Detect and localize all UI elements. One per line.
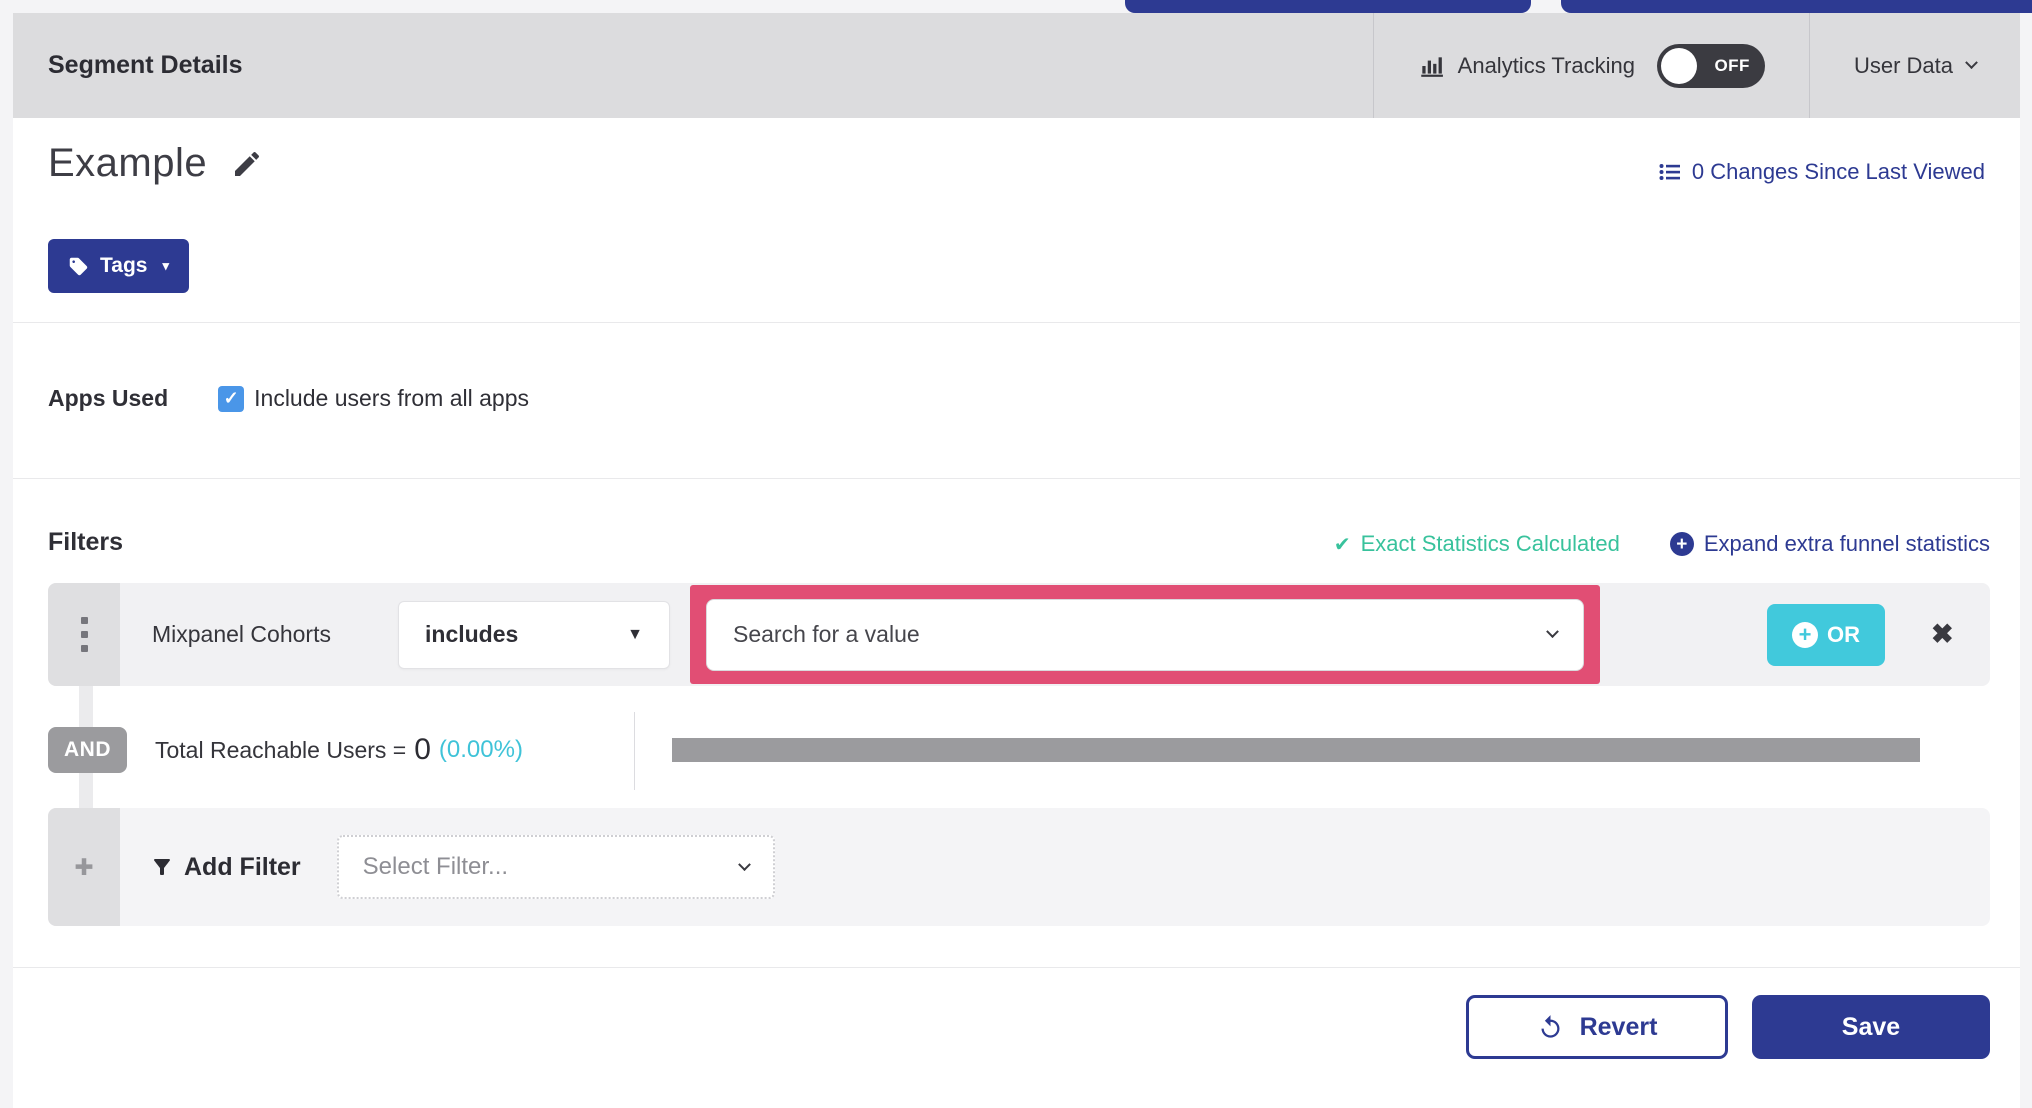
pencil-icon — [235, 151, 260, 176]
top-nav-button-fragment-left[interactable] — [1125, 0, 1531, 13]
chevron-down-icon — [737, 857, 751, 871]
total-reachable-value: 0 — [414, 733, 431, 766]
check-icon: ✔ — [1333, 533, 1351, 556]
remove-filter-button[interactable]: ✖ — [1931, 619, 1954, 650]
tags-dropdown-button[interactable]: Tags ▾ — [48, 239, 189, 293]
expand-link-label: Expand extra funnel statistics — [1703, 531, 1990, 556]
segment-name: Example — [48, 141, 208, 185]
filter-value-placeholder: Search for a value — [733, 621, 920, 647]
analytics-tracking-section: Analytics Tracking OFF — [1372, 13, 1809, 118]
exact-statistics-status: ✔ Exact Statistics Calculated — [1334, 531, 1620, 557]
include-all-apps-label: Include users from all apps — [254, 385, 529, 411]
close-icon: ✖ — [1931, 619, 1954, 649]
filter-value-highlight: Search for a value — [690, 585, 1600, 684]
funnel-icon — [154, 859, 170, 875]
total-reachable-label: Total Reachable Users = — [155, 736, 407, 763]
checkbox-check-icon: ✓ — [223, 388, 239, 408]
filter-operator-select[interactable]: includes ▼ — [398, 600, 670, 669]
changes-link-label: 0 Changes Since Last Viewed — [1691, 159, 1985, 184]
revert-icon — [1541, 1014, 1560, 1038]
plus-circle-icon: + — [1792, 621, 1818, 648]
top-nav-button-fragment-right[interactable] — [1561, 0, 2032, 13]
revert-button[interactable]: Revert — [1466, 995, 1728, 1059]
caret-down-icon: ▾ — [162, 258, 169, 273]
filter-field-label: Mixpanel Cohorts — [152, 621, 331, 647]
section-divider — [13, 478, 2020, 479]
drag-dot-icon — [80, 645, 88, 652]
section-divider — [13, 967, 2020, 968]
footer-actions: Revert Save — [1466, 995, 1990, 1059]
toggle-knob — [1660, 47, 1697, 84]
plus-icon: ✚ — [74, 853, 94, 880]
include-all-apps-checkbox[interactable]: ✓ — [218, 385, 245, 412]
add-or-condition-button[interactable]: + OR — [1767, 603, 1885, 666]
page-title: Segment Details — [48, 51, 243, 79]
add-filter-label-group: Add Filter — [150, 853, 301, 882]
filters-status-links: ✔ Exact Statistics Calculated + Expand e… — [1334, 531, 1990, 557]
filter-operator-value: includes — [425, 621, 519, 647]
total-reachable-percent: (0.00%) — [438, 736, 523, 763]
apps-used-label: Apps Used — [48, 385, 169, 411]
section-divider — [13, 322, 2020, 323]
revert-button-label: Revert — [1579, 1012, 1658, 1041]
header-actions: Analytics Tracking OFF User Data — [1372, 13, 2020, 118]
analytics-tracking-toggle[interactable]: OFF — [1656, 43, 1765, 88]
save-button-label: Save — [1841, 1012, 1901, 1041]
tag-icon — [69, 257, 88, 275]
add-filter-handle[interactable]: ✚ — [48, 808, 120, 926]
filter-row-mixpanel-cohorts: Mixpanel Cohorts includes ▼ Search for a… — [48, 583, 1990, 686]
filter-drag-handle[interactable] — [48, 583, 120, 686]
total-reachable-users-row: Total Reachable Users = 0 (0.00%) — [155, 727, 523, 773]
save-button[interactable]: Save — [1752, 995, 1990, 1059]
apps-used-row: Apps Used ✓ Include users from all apps — [48, 385, 529, 412]
filter-value-select[interactable]: Search for a value — [706, 598, 1584, 671]
bar-chart-icon — [1420, 56, 1443, 77]
select-filter-placeholder: Select Filter... — [362, 853, 509, 880]
chevron-down-icon — [1965, 56, 1978, 70]
user-data-dropdown[interactable]: User Data — [1808, 13, 2020, 118]
edit-name-button[interactable] — [231, 148, 263, 180]
segment-details-header: Segment Details Analytics Tracking OFF U… — [13, 13, 2020, 118]
exact-statistics-label: Exact Statistics Calculated — [1360, 531, 1620, 556]
expand-funnel-statistics-link[interactable]: + Expand extra funnel statistics — [1669, 531, 1990, 557]
analytics-tracking-label: Analytics Tracking — [1457, 52, 1635, 78]
toggle-state-label: OFF — [1714, 55, 1750, 75]
segment-name-row: Example — [48, 141, 263, 186]
segment-details-page: Segment Details Analytics Tracking OFF U… — [0, 0, 2032, 1108]
or-button-label: OR — [1827, 621, 1860, 647]
reachable-users-progress-bar — [672, 738, 1920, 762]
select-filter-dropdown[interactable]: Select Filter... — [336, 835, 775, 899]
changes-since-last-viewed-link[interactable]: 0 Changes Since Last Viewed — [1658, 159, 1985, 185]
filters-title: Filters — [48, 528, 124, 556]
plus-circle-icon: + — [1669, 532, 1694, 556]
segment-details-card: Segment Details Analytics Tracking OFF U… — [13, 13, 2020, 1108]
user-data-label: User Data — [1853, 52, 1953, 78]
list-icon — [1659, 164, 1680, 180]
add-filter-row: ✚ Add Filter Select Filter... — [48, 808, 1990, 926]
vertical-divider — [634, 712, 635, 790]
chevron-down-icon — [1546, 625, 1559, 639]
caret-down-icon: ▼ — [627, 625, 643, 643]
add-filter-label: Add Filter — [184, 852, 301, 881]
tags-button-label: Tags — [100, 254, 148, 277]
drag-dot-icon — [80, 631, 88, 638]
and-badge: AND — [48, 727, 127, 773]
drag-dot-icon — [80, 617, 88, 624]
